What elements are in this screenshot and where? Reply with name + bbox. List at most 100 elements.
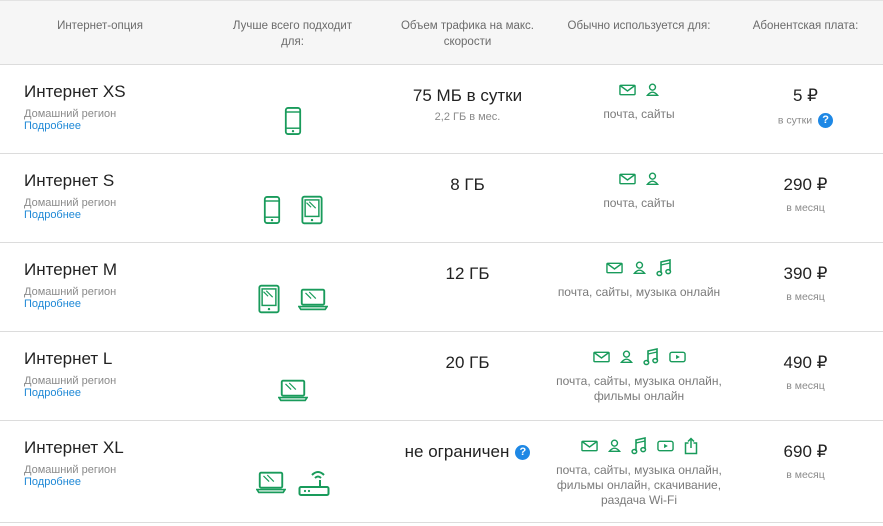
price-value: 5 ₽	[793, 86, 818, 105]
usage-text-line: почта, сайты, музыка онлайн,	[556, 374, 722, 388]
usage-cell: почта, сайты, музыка онлайн, фильмы онла…	[550, 332, 728, 420]
laptop-icon	[278, 379, 308, 402]
option-region: Домашний регион	[24, 286, 117, 298]
person-icon	[646, 83, 659, 101]
usage-cell: почта, сайты	[550, 154, 728, 242]
price-period: в месяц	[786, 291, 825, 303]
person-icon	[646, 172, 659, 190]
price-value: 290 ₽	[783, 175, 828, 194]
phone-icon	[263, 195, 281, 225]
header-best-for-line2: для:	[281, 36, 304, 48]
option-region: Домашний регион	[24, 375, 117, 387]
header-option: Интернет-опция	[0, 1, 200, 34]
usage-text-line: фильмы онлайн	[593, 389, 685, 403]
devices-cell	[200, 243, 385, 331]
usage-text-line: фильмы онлайн, скачивание,	[556, 478, 722, 492]
header-fee: Абонентская плата:	[728, 1, 883, 34]
price-value: 490 ₽	[783, 353, 828, 372]
option-name: Интернет XL	[24, 438, 124, 457]
laptop-icon	[256, 471, 286, 494]
usage-text: почта, сайты	[603, 196, 675, 210]
option-name: Интернет XS	[24, 82, 126, 101]
option-name-cell: Интернет S Домашний регион Подробнее	[0, 154, 200, 242]
option-region: Домашний регион	[24, 197, 117, 209]
price-cell: 690 ₽ в месяц	[728, 421, 883, 522]
usage-cell: почта, сайты	[550, 65, 728, 153]
option-region: Домашний регион	[24, 464, 117, 476]
option-name-cell: Интернет XS Домашний регион Подробнее	[0, 65, 200, 153]
table-row: Интернет XS Домашний регион Подробнее 75…	[0, 65, 883, 154]
option-name: Интернет L	[24, 349, 113, 368]
price-cell: 5 ₽ в сутки?	[728, 65, 883, 153]
price-cell: 490 ₽ в месяц	[728, 332, 883, 420]
price-period: в месяц	[786, 469, 825, 481]
header-traffic-line2: скорости	[443, 36, 492, 48]
usage-icons	[550, 350, 728, 368]
more-link[interactable]: Подробнее	[24, 387, 200, 399]
more-link[interactable]: Подробнее	[24, 120, 200, 132]
person-icon	[620, 350, 633, 368]
price-period: в месяц	[786, 380, 825, 392]
usage-text-line: раздача Wi-Fi	[600, 493, 678, 507]
price-cell: 390 ₽ в месяц	[728, 243, 883, 331]
usage-icons	[550, 261, 728, 279]
router-icon	[298, 468, 330, 498]
usage-text: почта, сайты	[603, 107, 675, 121]
header-option-label: Интернет-опция	[57, 20, 143, 32]
usage-text: почта, сайты, музыка онлайн	[557, 285, 721, 299]
mail-icon	[606, 261, 623, 279]
devices-cell	[200, 65, 385, 153]
tablet-icon	[258, 284, 280, 314]
price-value: 690 ₽	[783, 442, 828, 461]
usage-icons	[550, 83, 728, 101]
help-icon[interactable]: ?	[818, 113, 834, 128]
header-best-for: Лучше всего подходит для:	[200, 1, 385, 50]
traffic-value: не ограничен?	[385, 441, 550, 463]
option-name-cell: Интернет L Домашний регион Подробнее	[0, 332, 200, 420]
phone-icon	[284, 106, 302, 136]
price-value: 390 ₽	[783, 264, 828, 283]
music-icon	[643, 348, 659, 371]
more-link[interactable]: Подробнее	[24, 209, 200, 221]
traffic-cell: 20 ГБ	[385, 332, 550, 420]
person-icon	[633, 261, 646, 279]
traffic-value: 20 ГБ	[445, 353, 490, 372]
option-name-cell: Интернет M Домашний регион Подробнее	[0, 243, 200, 331]
share-icon	[684, 437, 698, 460]
table-row: Интернет XL Домашний регион Подробнее не…	[0, 421, 883, 523]
price-cell: 290 ₽ в месяц	[728, 154, 883, 242]
more-link[interactable]: Подробнее	[24, 298, 200, 310]
header-traffic: Объем трафика на макс. скорости	[385, 1, 550, 50]
traffic-value: 75 МБ в сутки	[412, 86, 523, 105]
traffic-value: 12 ГБ	[445, 264, 490, 283]
usage-text-line: почта, сайты, музыка онлайн,	[556, 463, 722, 477]
usage-cell: почта, сайты, музыка онлайн	[550, 243, 728, 331]
traffic-cell: 75 МБ в сутки 2,2 ГБ в мес.	[385, 65, 550, 153]
mail-icon	[581, 439, 598, 457]
person-icon	[608, 439, 621, 457]
mail-icon	[619, 172, 636, 190]
header-best-for-line1: Лучше всего подходит	[232, 20, 353, 32]
tablet-icon	[301, 195, 323, 225]
laptop-icon	[298, 288, 328, 311]
table-header: Интернет-опция Лучше всего подходит для:…	[0, 0, 883, 65]
mail-icon	[593, 350, 610, 368]
video-icon	[657, 439, 674, 457]
more-link[interactable]: Подробнее	[24, 476, 200, 488]
header-fee-label: Абонентская плата:	[752, 20, 859, 32]
usage-text: почта, сайты, музыка онлайн, фильмы онла…	[550, 463, 728, 508]
mail-icon	[619, 83, 636, 101]
header-usage: Обычно используется для:	[550, 1, 728, 34]
option-name-cell: Интернет XL Домашний регион Подробнее	[0, 421, 200, 522]
usage-icons	[550, 439, 728, 457]
music-icon	[656, 259, 672, 282]
header-traffic-line1: Объем трафика на макс.	[400, 20, 534, 32]
price-period: в месяц	[786, 202, 825, 214]
devices-cell	[200, 332, 385, 420]
help-icon[interactable]: ?	[515, 445, 531, 461]
devices-cell	[200, 154, 385, 242]
option-name: Интернет S	[24, 171, 115, 190]
traffic-subvalue: 2,2 ГБ в мес.	[434, 111, 501, 123]
traffic-cell: 12 ГБ	[385, 243, 550, 331]
devices-cell	[200, 421, 385, 522]
